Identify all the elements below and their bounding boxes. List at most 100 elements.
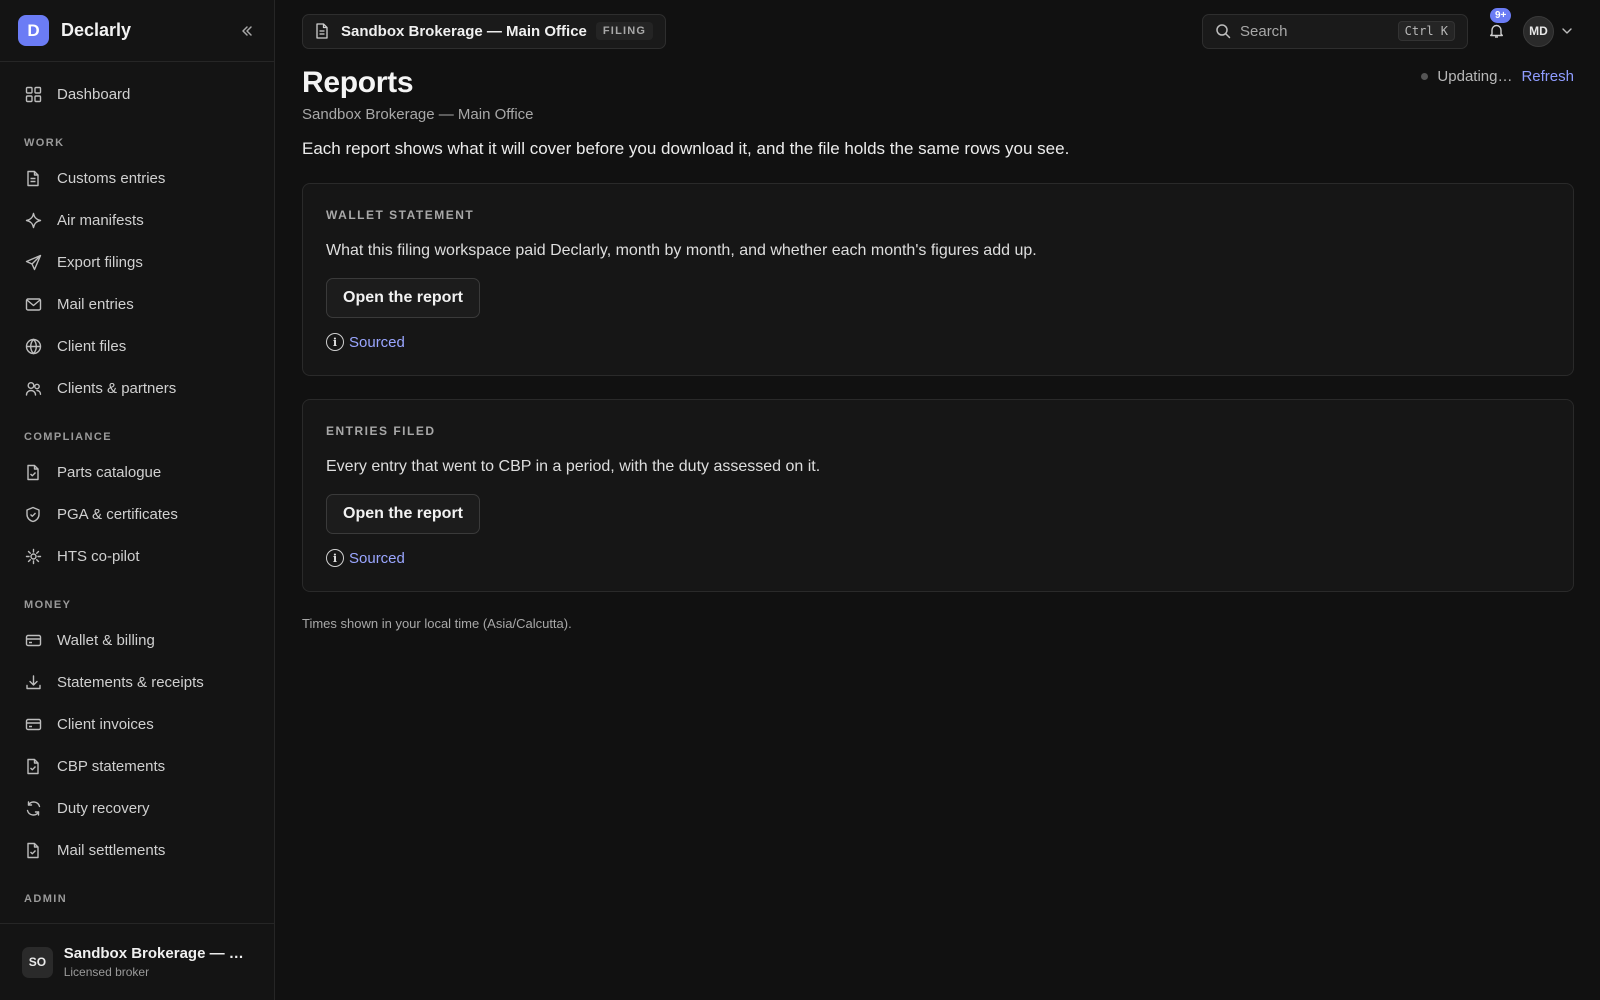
download-icon [24, 673, 42, 691]
sidebar-item-label: Dashboard [57, 85, 131, 103]
report-card-wallet-statement: WALLET STATEMENT What this filing worksp… [302, 183, 1574, 376]
page-subtitle: Sandbox Brokerage — Main Office [302, 106, 534, 123]
timezone-note: Times shown in your local time (Asia/Cal… [302, 616, 572, 631]
report-kicker: ENTRIES FILED [326, 424, 436, 438]
sidebar-item-pga-certificates[interactable]: PGA & certificates [0, 493, 274, 535]
nav-section-admin: ADMIN [24, 893, 68, 905]
sidebar-item-label: Clients & partners [57, 379, 177, 397]
file-check-icon [24, 757, 42, 775]
sidebar-item-label: Air manifests [57, 211, 144, 229]
notifications-button[interactable]: 9+ [1486, 8, 1512, 41]
sidebar-item-cbp-statements[interactable]: CBP statements [0, 745, 274, 787]
page-header: Reports Sandbox Brokerage — Main Office … [302, 62, 1574, 159]
user-avatar[interactable]: MD [1523, 15, 1554, 47]
topbar: Sandbox Brokerage — Main Office FILING S… [302, 0, 1574, 62]
document-icon [24, 169, 42, 187]
grid-icon [24, 85, 42, 103]
workspace-name: Sandbox Brokerage — Main Office [341, 22, 587, 40]
sidebar-item-label: PGA & certificates [57, 505, 178, 523]
open-report-button[interactable]: Open the report [326, 278, 481, 318]
search-icon [1215, 23, 1231, 39]
file-check-icon [24, 841, 42, 859]
open-report-button[interactable]: Open the report [326, 494, 481, 534]
card-icon [24, 631, 42, 649]
nav-section-compliance: COMPLIANCE [24, 431, 112, 443]
send-icon [24, 253, 42, 271]
workspace-tag: FILING [595, 22, 654, 40]
sidebar-item-air-manifests[interactable]: Air manifests [0, 199, 274, 241]
sidebar-item-label: Duty recovery [57, 799, 150, 817]
page-title: Reports [302, 66, 414, 99]
file-check-icon [24, 463, 42, 481]
sidebar-item-label: Mail settlements [57, 841, 166, 859]
account-role: Licensed broker [63, 965, 150, 979]
sidebar-item-label: Customs entries [57, 169, 166, 187]
sidebar-item-label: Wallet & billing [57, 631, 155, 649]
sourced-link[interactable]: i Sourced [326, 549, 405, 567]
sidebar-item-wallet-billing[interactable]: Wallet & billing [0, 619, 274, 661]
card-icon [24, 715, 42, 733]
sun-icon [24, 547, 42, 565]
sidebar-item-label: Client files [57, 337, 127, 355]
report-kicker: WALLET STATEMENT [326, 208, 475, 222]
document-icon [315, 23, 331, 39]
sourced-label: Sourced [349, 549, 405, 567]
sidebar-nav: Dashboard WORK Customs entries Air manif… [0, 62, 274, 1000]
brand-header: D Declarly [0, 0, 274, 62]
shield-check-icon [24, 505, 42, 523]
bell-icon [1489, 23, 1504, 39]
sidebar-item-statements-receipts[interactable]: Statements & receipts [0, 661, 274, 703]
search-placeholder: Search [1240, 22, 1288, 40]
sidebar-item-label: CBP statements [57, 757, 166, 775]
info-icon: i [326, 333, 344, 351]
sidebar-item-label: Export filings [57, 253, 143, 271]
users-icon [24, 379, 42, 397]
sidebar-item-label: Statements & receipts [57, 673, 204, 691]
report-description: What this filing workspace paid Declarly… [326, 242, 1037, 259]
sourced-label: Sourced [349, 333, 405, 351]
sidebar-item-client-files[interactable]: Client files [0, 325, 274, 367]
refresh-icon [24, 799, 42, 817]
sparkle-icon [24, 211, 42, 229]
status-dot [1421, 73, 1429, 80]
sidebar-item-mail-entries[interactable]: Mail entries [0, 283, 274, 325]
mail-icon [24, 295, 42, 313]
sidebar: D Declarly Dashboard WORK Customs entrie… [0, 0, 275, 1000]
logo: D [18, 15, 49, 46]
notification-badge: 9+ [1490, 8, 1512, 23]
collapse-sidebar-icon[interactable] [238, 22, 256, 40]
account-name: Sandbox Brokerage — Main Office [63, 945, 252, 962]
sidebar-item-hts-co-pilot[interactable]: HTS co-pilot [0, 535, 274, 577]
workspace-switcher[interactable]: Sandbox Brokerage — Main Office FILING [302, 13, 667, 49]
sidebar-item-duty-recovery[interactable]: Duty recovery [0, 787, 274, 829]
nav-section-work: WORK [24, 137, 65, 149]
sidebar-item-mail-settlements[interactable]: Mail settlements [0, 829, 274, 871]
sidebar-item-parts-catalogue[interactable]: Parts catalogue [0, 451, 274, 493]
sidebar-item-customs-entries[interactable]: Customs entries [0, 157, 274, 199]
account-switcher[interactable]: SO Sandbox Brokerage — Main Office Licen… [0, 923, 274, 1000]
report-card-entries-filed: ENTRIES FILED Every entry that went to C… [302, 399, 1574, 592]
status-text: Updating… [1437, 68, 1513, 85]
search-shortcut: Ctrl K [1397, 21, 1455, 41]
main-content: Sandbox Brokerage — Main Office FILING S… [275, 0, 1600, 1000]
sidebar-item-dashboard[interactable]: Dashboard [0, 73, 274, 115]
chevron-down-icon[interactable] [1562, 25, 1574, 37]
sidebar-item-label: Parts catalogue [57, 463, 162, 481]
sidebar-item-label: Mail entries [57, 295, 134, 313]
sidebar-item-client-invoices[interactable]: Client invoices [0, 703, 274, 745]
account-avatar: SO [22, 946, 53, 978]
sourced-link[interactable]: i Sourced [326, 333, 405, 351]
sync-status: Updating… Refresh [1421, 68, 1574, 85]
report-description: Every entry that went to CBP in a period… [326, 458, 821, 475]
info-icon: i [326, 549, 344, 567]
nav-section-money: MONEY [24, 599, 72, 611]
page-intro: Each report shows what it will cover bef… [302, 139, 1070, 158]
globe-icon [24, 337, 42, 355]
search-input[interactable]: Search Ctrl K [1202, 13, 1468, 49]
sidebar-item-clients-partners[interactable]: Clients & partners [0, 367, 274, 409]
sidebar-item-label: HTS co-pilot [57, 547, 140, 565]
refresh-button[interactable]: Refresh [1521, 68, 1574, 85]
sidebar-item-export-filings[interactable]: Export filings [0, 241, 274, 283]
sidebar-item-label: Client invoices [57, 715, 154, 733]
brand-name: Declarly [61, 20, 132, 40]
